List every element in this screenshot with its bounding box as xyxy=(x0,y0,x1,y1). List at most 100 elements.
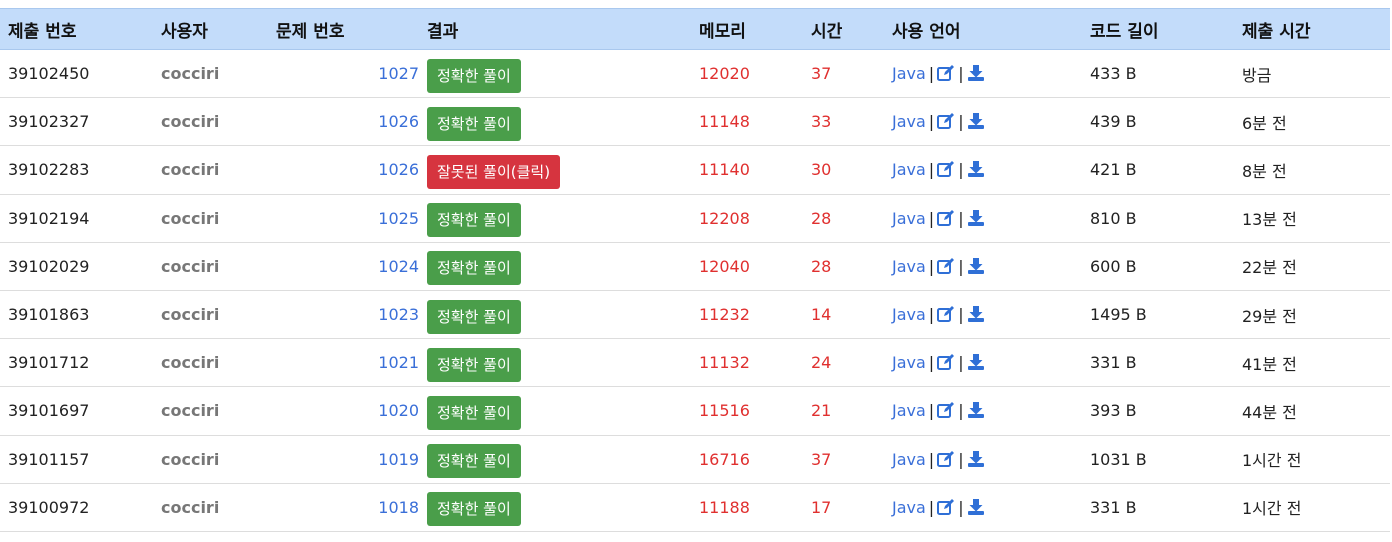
edit-icon[interactable] xyxy=(937,401,955,419)
edit-icon[interactable] xyxy=(937,257,955,275)
download-icon[interactable] xyxy=(967,305,985,323)
result-cell: 정확한 풀이 xyxy=(419,483,691,531)
submit-time-cell: 22분 전 xyxy=(1234,242,1390,290)
language-link[interactable]: Java xyxy=(892,209,926,228)
edit-icon[interactable] xyxy=(937,160,955,178)
submit-time-value[interactable]: 22분 전 xyxy=(1242,258,1297,277)
problem-cell: 1021 xyxy=(268,339,419,387)
user-link[interactable]: cocciri xyxy=(161,112,219,131)
user-link[interactable]: cocciri xyxy=(161,160,219,179)
edit-icon[interactable] xyxy=(937,64,955,82)
problem-link[interactable]: 1019 xyxy=(378,450,419,469)
edit-icon[interactable] xyxy=(937,112,955,130)
result-badge[interactable]: 정확한 풀이 xyxy=(427,203,521,238)
table-row: 39101157 cocciri 1019 정확한 풀이 16716 37 Ja… xyxy=(0,435,1390,484)
language-link[interactable]: Java xyxy=(892,160,926,179)
code-length-cell: 1031 B xyxy=(1082,435,1234,483)
user-link[interactable]: cocciri xyxy=(161,498,219,517)
code-length-value: 1495 B xyxy=(1090,305,1147,325)
time-cell: 24 xyxy=(803,339,884,387)
user-link[interactable]: cocciri xyxy=(161,353,219,372)
submit-time-value[interactable]: 41분 전 xyxy=(1242,355,1297,374)
submission-id-text: 39102029 xyxy=(8,256,90,276)
language-link[interactable]: Java xyxy=(892,353,926,372)
download-icon[interactable] xyxy=(967,160,985,178)
memory-cell: 12020 xyxy=(691,50,803,98)
submit-time-cell: 29분 전 xyxy=(1234,290,1390,338)
problem-link[interactable]: 1026 xyxy=(378,160,419,179)
user-link[interactable]: cocciri xyxy=(161,305,219,324)
edit-icon[interactable] xyxy=(937,209,955,227)
edit-icon[interactable] xyxy=(937,498,955,516)
download-icon[interactable] xyxy=(967,64,985,82)
problem-link[interactable]: 1024 xyxy=(378,257,419,276)
result-cell: 정확한 풀이 xyxy=(419,387,691,435)
submit-time-value[interactable]: 6분 전 xyxy=(1242,114,1287,133)
language-link[interactable]: Java xyxy=(892,450,926,469)
language-link[interactable]: Java xyxy=(892,112,926,131)
language-cell: Java | | xyxy=(884,339,1082,387)
user-link[interactable]: cocciri xyxy=(161,257,219,276)
language-link[interactable]: Java xyxy=(892,305,926,324)
submit-time-value[interactable]: 1시간 전 xyxy=(1242,499,1301,518)
problem-link[interactable]: 1026 xyxy=(378,112,419,131)
result-badge[interactable]: 정확한 풀이 xyxy=(427,444,521,479)
user-link[interactable]: cocciri xyxy=(161,401,219,420)
edit-icon[interactable] xyxy=(937,305,955,323)
language-link[interactable]: Java xyxy=(892,64,926,83)
download-icon[interactable] xyxy=(967,401,985,419)
user-link[interactable]: cocciri xyxy=(161,209,219,228)
submission-status-table: 제출 번호 사용자 문제 번호 결과 메모리 시간 사용 언어 코드 길이 제출… xyxy=(0,8,1390,532)
submit-time-value[interactable]: 44분 전 xyxy=(1242,403,1297,422)
result-badge[interactable]: 정확한 풀이 xyxy=(427,347,521,382)
time-cell: 14 xyxy=(803,290,884,338)
result-badge[interactable]: 정확한 풀이 xyxy=(427,58,521,93)
separator: | xyxy=(958,160,964,180)
separator: | xyxy=(958,112,964,132)
problem-link[interactable]: 1027 xyxy=(378,64,419,83)
submission-id-text: 39102450 xyxy=(8,64,90,84)
problem-link[interactable]: 1023 xyxy=(378,305,419,324)
problem-link[interactable]: 1025 xyxy=(378,209,419,228)
header-code-length: 코드 길이 xyxy=(1082,8,1234,50)
download-icon[interactable] xyxy=(967,353,985,371)
submit-time-value[interactable]: 8분 전 xyxy=(1242,162,1287,181)
user-link[interactable]: cocciri xyxy=(161,450,219,469)
download-icon[interactable] xyxy=(967,209,985,227)
download-icon[interactable] xyxy=(967,498,985,516)
download-icon[interactable] xyxy=(967,257,985,275)
problem-link[interactable]: 1020 xyxy=(378,401,419,420)
code-length-cell: 600 B xyxy=(1082,242,1234,290)
submit-time-value[interactable]: 29분 전 xyxy=(1242,307,1297,326)
submit-time-value[interactable]: 방금 xyxy=(1242,66,1271,85)
result-badge[interactable]: 정확한 풀이 xyxy=(427,395,521,430)
download-icon[interactable] xyxy=(967,112,985,130)
problem-link[interactable]: 1021 xyxy=(378,353,419,372)
time-value: 37 xyxy=(811,64,832,84)
edit-icon[interactable] xyxy=(937,450,955,468)
table-row: 39101712 cocciri 1021 정확한 풀이 11132 24 Ja… xyxy=(0,339,1390,387)
memory-cell: 11132 xyxy=(691,339,803,387)
time-cell: 28 xyxy=(803,242,884,290)
result-badge[interactable]: 정확한 풀이 xyxy=(427,106,521,141)
submit-time-value[interactable]: 1시간 전 xyxy=(1242,451,1301,470)
download-icon[interactable] xyxy=(967,450,985,468)
result-badge[interactable]: 잘못된 풀이(클릭) xyxy=(427,154,561,189)
result-badge[interactable]: 정확한 풀이 xyxy=(427,299,521,334)
user-cell: cocciri xyxy=(153,194,268,242)
edit-icon[interactable] xyxy=(937,353,955,371)
language-link[interactable]: Java xyxy=(892,257,926,276)
language-link[interactable]: Java xyxy=(892,498,926,517)
submit-time-value[interactable]: 13분 전 xyxy=(1242,210,1297,229)
result-badge[interactable]: 정확한 풀이 xyxy=(427,251,521,286)
code-length-value: 600 B xyxy=(1090,256,1137,276)
code-length-value: 421 B xyxy=(1090,160,1137,180)
header-row: 제출 번호 사용자 문제 번호 결과 메모리 시간 사용 언어 코드 길이 제출… xyxy=(0,8,1390,50)
problem-link[interactable]: 1018 xyxy=(378,498,419,517)
table-row: 39102283 cocciri 1026 잘못된 풀이(클릭) 11140 3… xyxy=(0,146,1390,195)
language-link[interactable]: Java xyxy=(892,401,926,420)
submission-id-text: 39101712 xyxy=(8,353,90,373)
user-link[interactable]: cocciri xyxy=(161,64,219,83)
result-badge[interactable]: 정확한 풀이 xyxy=(427,492,521,527)
separator: | xyxy=(928,401,935,421)
